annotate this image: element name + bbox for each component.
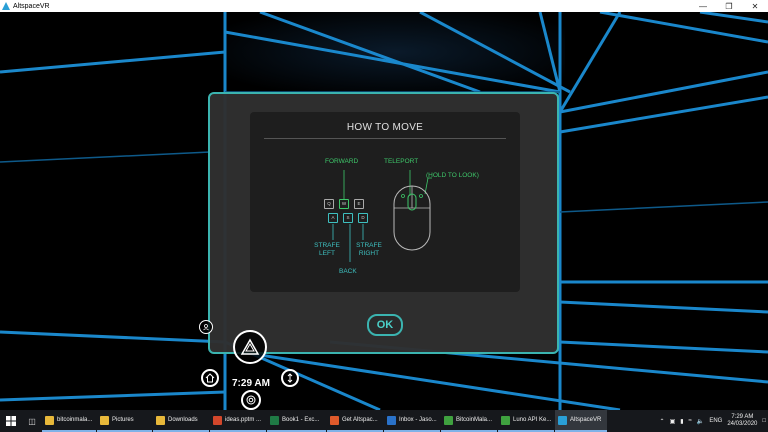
altspace-logo-icon [240, 338, 260, 355]
strafe-left-label: STRAFE LEFT [312, 242, 342, 258]
app-icon [100, 415, 109, 425]
restore-button[interactable]: ❐ [716, 0, 742, 12]
taskbar-app-label: Inbox - Jaso... [399, 417, 437, 423]
notifications-icon[interactable]: □ [762, 418, 766, 424]
settings-icon[interactable] [241, 390, 261, 410]
strafe-right-label: STRAFE RIGHT [354, 242, 384, 258]
task-view-icon[interactable]: ◫ [22, 410, 42, 432]
taskbar-app-label: bitcoinmala... [57, 417, 93, 423]
main-menu-button[interactable] [233, 330, 267, 364]
taskbar-app[interactable]: Downloads [153, 410, 209, 432]
forward-label: FORWARD [325, 158, 359, 165]
app-icon [45, 415, 54, 425]
taskbar-app-label: Luno API Ke... [513, 417, 552, 423]
wifi-icon[interactable]: ≈ [689, 418, 692, 424]
app-icon [213, 415, 222, 425]
key-s: S [343, 213, 353, 223]
app-icon [156, 415, 165, 425]
windows-taskbar: ◫ bitcoinmala... Pictures Downloads ideas.p… [0, 410, 768, 432]
taskbar-app[interactable]: Inbox - Jaso... [384, 410, 440, 432]
tray-clock[interactable]: 7:29 AM 24/03/2020 [727, 414, 757, 428]
tray-date: 24/03/2020 [727, 421, 758, 427]
diagram-connectors [332, 170, 432, 262]
tray-time: 7:29 AM [731, 414, 754, 420]
app-icon [270, 415, 279, 425]
teleport-label: TELEPORT [384, 158, 419, 165]
app-icon [387, 415, 396, 425]
taskbar-app-label: Get Altspac... [342, 417, 378, 423]
ok-button[interactable]: OK [367, 314, 403, 336]
window-title: AltspaceVR [13, 2, 50, 10]
hold-to-look-label: (HOLD TO LOOK) [426, 172, 479, 179]
teleport-icon[interactable] [281, 369, 299, 387]
taskbar-app[interactable]: ideas.pptm ... [210, 410, 266, 432]
system-tray: ⌃ ▣ ▮ ≈ 🔈 ENG 7:29 AM 24/03/2020 □ [660, 410, 768, 432]
vr-scene[interactable]: HOW TO MOVE FORWARD TELEPORT (HOLD TO LO… [0, 12, 768, 410]
taskbar-app[interactable]: Pictures [97, 410, 152, 432]
instructions-panel: HOW TO MOVE FORWARD TELEPORT (HOLD TO LO… [250, 112, 520, 292]
strafe-right-line1: STRAFE [356, 242, 382, 249]
back-label: BACK [339, 268, 357, 275]
taskbar-app[interactable]: Luno API Ke... [498, 410, 554, 432]
windows-logo-icon [6, 416, 16, 426]
key-w: W [339, 199, 349, 209]
taskbar-apps: bitcoinmala... Pictures Downloads ideas.ppt… [42, 410, 608, 432]
language-indicator[interactable]: ENG [709, 418, 722, 424]
start-button[interactable] [0, 410, 22, 432]
app-icon [558, 415, 567, 425]
strafe-left-line1: STRAFE [314, 242, 340, 249]
people-icon[interactable] [199, 320, 213, 334]
taskbar-app[interactable]: Book1 - Exc... [267, 410, 326, 432]
taskbar-app-label: Pictures [112, 417, 134, 423]
app-icon [330, 415, 339, 425]
taskbar-app-label: Downloads [168, 417, 198, 423]
strafe-right-line2: RIGHT [358, 250, 380, 257]
taskbar-app[interactable]: Get Altspac... [327, 410, 383, 432]
tray-chevron-up-icon[interactable]: ⌃ [660, 418, 665, 425]
altspace-app-icon [2, 2, 10, 10]
taskbar-app-label: ideas.pptm ... [225, 417, 262, 423]
taskbar-app-label: AltspaceVR [570, 417, 602, 423]
network-icon[interactable]: ▣ [670, 418, 676, 425]
key-e: E [354, 199, 364, 209]
window-titlebar: AltspaceVR — ❐ ✕ [0, 0, 768, 12]
home-icon[interactable] [201, 369, 219, 387]
how-to-move-dialog: HOW TO MOVE FORWARD TELEPORT (HOLD TO LO… [208, 92, 559, 354]
hud-clock: 7:29 AM [232, 378, 270, 389]
taskbar-app[interactable]: AltspaceVR [555, 410, 607, 432]
strafe-left-line2: LEFT [319, 250, 335, 257]
app-icon [444, 415, 453, 425]
taskbar-app[interactable]: bitcoinmala... [42, 410, 96, 432]
mouse-diagram [393, 185, 431, 251]
taskbar-app[interactable]: BitcoinMala... [441, 410, 497, 432]
volume-icon[interactable]: 🔈 [697, 418, 704, 425]
battery-icon[interactable]: ▮ [680, 418, 683, 425]
taskbar-app-label: BitcoinMala... [456, 417, 493, 423]
key-q: Q [324, 199, 334, 209]
key-a: A [328, 213, 338, 223]
minimize-button[interactable]: — [690, 0, 716, 12]
taskbar-app-label: Book1 - Exc... [282, 417, 320, 423]
close-button[interactable]: ✕ [742, 0, 768, 12]
app-icon [501, 415, 510, 425]
key-d: D [358, 213, 368, 223]
